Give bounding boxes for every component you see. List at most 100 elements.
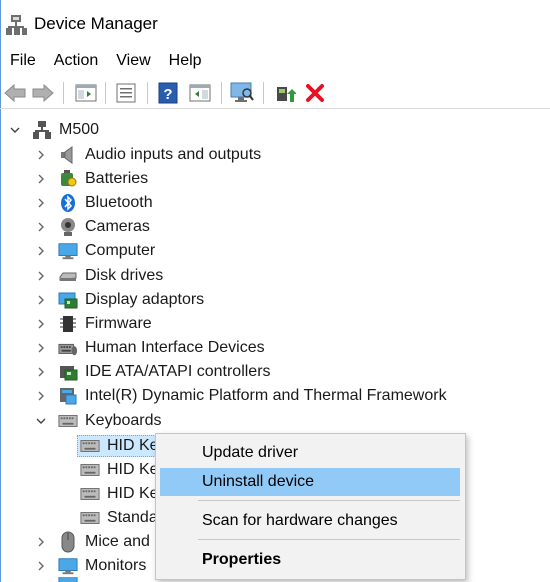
keyboard-icon <box>80 436 100 456</box>
monitor-icon <box>58 241 78 261</box>
display-adapter-icon <box>58 290 78 310</box>
context-menu-uninstall-device[interactable]: Uninstall device <box>160 468 460 496</box>
menu-help[interactable]: Help <box>160 52 211 70</box>
camera-icon <box>58 217 78 237</box>
tree-node-intel-dptf[interactable]: Intel(R) Dynamic Platform and Thermal Fr… <box>34 384 447 408</box>
monitor-icon <box>58 577 78 582</box>
tree-node-label: Audio inputs and outputs <box>85 146 262 163</box>
tree-node-label: Mice and c <box>85 533 163 550</box>
tree-node-audio[interactable]: Audio inputs and outputs <box>34 143 261 167</box>
chevron-down-icon[interactable] <box>34 414 48 428</box>
tree-node-label: Bluetooth <box>85 194 153 211</box>
chevron-right-icon[interactable] <box>34 269 48 283</box>
chevron-right-icon[interactable] <box>34 317 48 331</box>
tree-node-label: Firmware <box>85 315 152 332</box>
ide-controller-icon <box>58 362 78 382</box>
update-driver-icon[interactable] <box>272 80 298 106</box>
toolbar-separator <box>147 82 148 104</box>
keyboard-icon <box>58 411 78 431</box>
context-menu-properties[interactable]: Properties <box>160 546 460 574</box>
context-menu-separator <box>198 500 460 501</box>
tree-node-label: Cameras <box>85 218 150 235</box>
computer-tree-icon <box>32 120 52 140</box>
chevron-right-icon[interactable] <box>34 389 48 403</box>
menu-bar: File Action View Help <box>0 48 550 74</box>
chevron-right-icon[interactable] <box>34 365 48 379</box>
tree-node-label: HID Ke <box>107 437 159 454</box>
chevron-right-icon[interactable] <box>34 535 48 549</box>
toolbar-separator <box>263 82 264 104</box>
tree-node-batteries[interactable]: Batteries <box>34 167 148 191</box>
tree-node-firmware[interactable]: Firmware <box>34 312 152 336</box>
speaker-icon <box>58 145 78 165</box>
tree-node-keyboards[interactable]: Keyboards <box>34 409 162 433</box>
action-pane-icon[interactable] <box>187 80 213 106</box>
chevron-right-icon[interactable] <box>34 196 48 210</box>
help-icon[interactable]: ? <box>155 80 181 106</box>
tree-node-hid[interactable]: Human Interface Devices <box>34 336 265 360</box>
scan-hardware-icon[interactable] <box>229 80 255 106</box>
tree-node-monitors[interactable]: Monitors <box>34 554 146 578</box>
toolbar-separator <box>63 82 64 104</box>
tree-node-keyboard-device[interactable]: HID Ke <box>80 482 159 506</box>
tree-node-label: Disk drives <box>85 267 164 284</box>
chevron-down-icon[interactable] <box>8 123 22 137</box>
show-hide-console-tree-icon[interactable] <box>73 80 99 106</box>
uninstall-device-icon[interactable] <box>302 80 328 106</box>
chevron-right-icon[interactable] <box>34 293 48 307</box>
tree-root-node[interactable]: M500 <box>8 118 99 142</box>
context-menu-separator <box>198 539 460 540</box>
tree-node-label: Monitors <box>85 557 147 574</box>
tree-node-keyboard-device[interactable]: HID Ke <box>80 434 159 458</box>
monitor-icon <box>58 556 78 576</box>
chevron-right-icon[interactable] <box>34 220 48 234</box>
keyboard-icon <box>80 508 100 528</box>
toolbar: ? <box>0 78 550 109</box>
chevron-right-icon[interactable] <box>34 148 48 162</box>
tree-node-disk-drives[interactable]: Disk drives <box>34 264 163 288</box>
menu-view[interactable]: View <box>107 52 159 70</box>
tree-node-cameras[interactable]: Cameras <box>34 215 150 239</box>
tree-node-display-adaptors[interactable]: Display adaptors <box>34 288 204 312</box>
tree-node-keyboard-device[interactable]: HID Ke <box>80 458 159 482</box>
chip-icon <box>58 314 78 334</box>
tree-node-bluetooth[interactable]: Bluetooth <box>34 191 153 215</box>
tree-node-label: IDE ATA/ATAPI controllers <box>85 363 271 380</box>
title-bar: Device Manager <box>0 0 550 46</box>
menu-action[interactable]: Action <box>45 52 107 70</box>
chevron-right-icon[interactable] <box>34 341 48 355</box>
thermal-framework-icon <box>58 386 78 406</box>
forward-arrow-icon[interactable] <box>30 80 56 106</box>
chevron-right-icon[interactable] <box>34 244 48 258</box>
context-menu-update-driver[interactable]: Update driver <box>160 439 460 467</box>
tree-node-label: Intel(R) Dynamic Platform and Thermal Fr… <box>85 387 447 404</box>
toolbar-separator <box>105 82 106 104</box>
tree-node-label: Computer <box>85 242 156 259</box>
svg-text:?: ? <box>163 86 172 103</box>
back-arrow-icon[interactable] <box>2 80 28 106</box>
tree-node-label: HID Ke <box>107 485 159 502</box>
properties-icon[interactable] <box>113 80 139 106</box>
tree-node-mice[interactable]: Mice and c <box>34 530 162 554</box>
device-manager-icon <box>6 15 28 35</box>
tree-node-label: Display adaptors <box>85 291 205 308</box>
chevron-right-icon[interactable] <box>34 559 48 573</box>
context-menu: Update driver Uninstall device Scan for … <box>155 433 466 580</box>
tree-root-label: M500 <box>59 121 100 138</box>
context-menu-scan-hardware[interactable]: Scan for hardware changes <box>160 507 460 535</box>
tree-node-label: HID Ke <box>107 461 159 478</box>
tree-node-label: Keyboards <box>85 412 162 429</box>
tree-node-label: Human Interface Devices <box>85 339 265 356</box>
chevron-right-icon[interactable] <box>34 172 48 186</box>
menu-file[interactable]: File <box>0 52 45 70</box>
window-title: Device Manager <box>34 14 158 33</box>
disk-drive-icon <box>58 266 78 286</box>
tree-node-ide[interactable]: IDE ATA/ATAPI controllers <box>34 360 271 384</box>
tree-node-keyboard-device[interactable]: Standa <box>80 506 158 530</box>
mouse-icon <box>58 531 78 553</box>
keyboard-icon <box>80 460 100 480</box>
tree-node-partial <box>58 577 85 582</box>
tree-node-computer[interactable]: Computer <box>34 239 155 263</box>
keyboard-icon <box>80 484 100 504</box>
battery-icon <box>58 169 78 189</box>
